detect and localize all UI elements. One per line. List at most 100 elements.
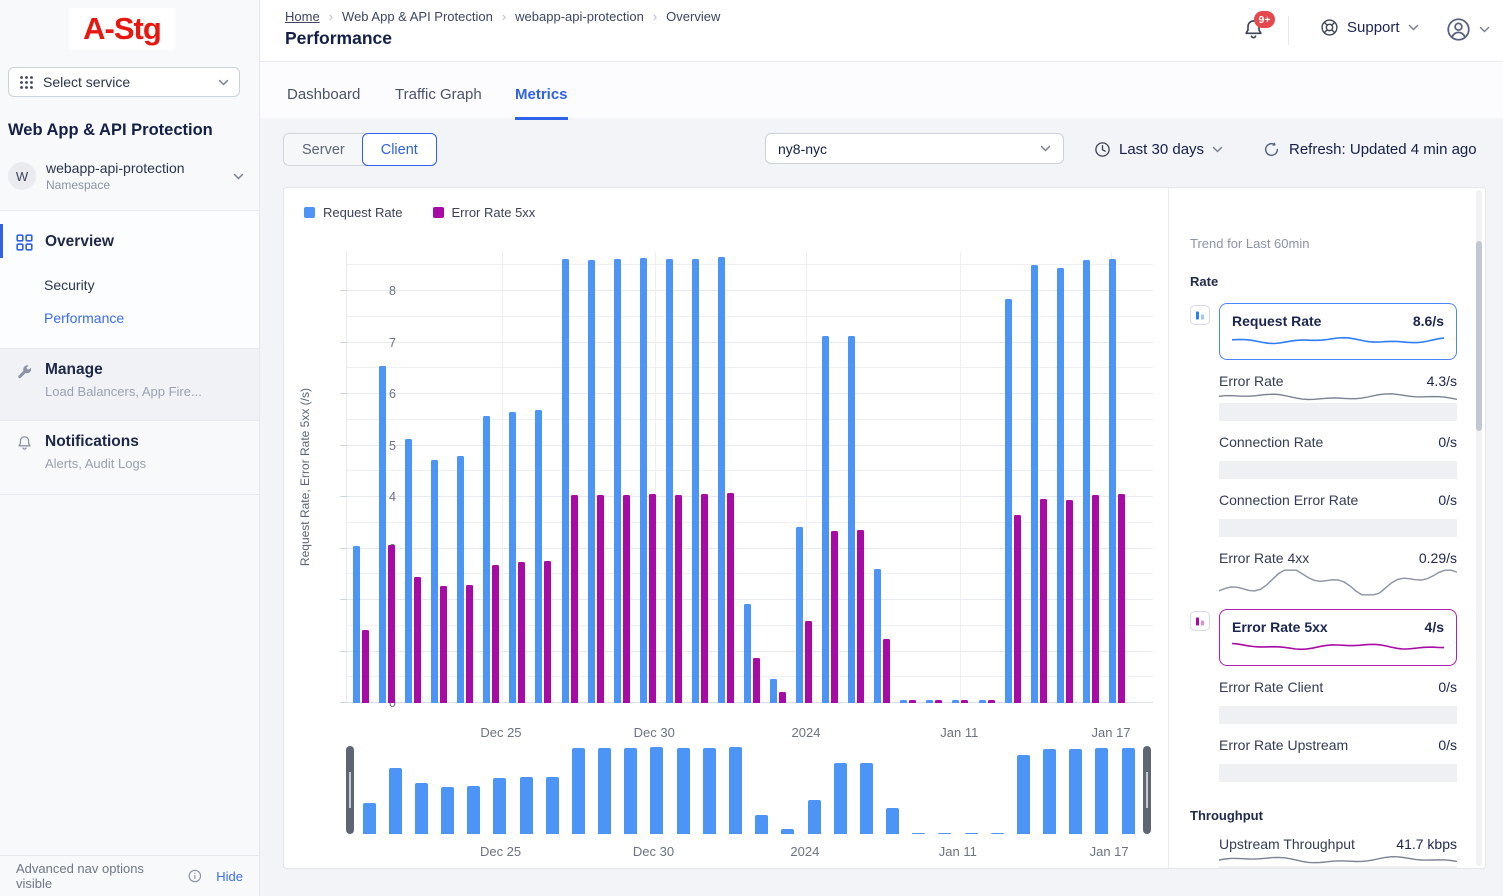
select-service-dropdown[interactable]: Select service [8,67,240,97]
bar-request-rate[interactable] [926,700,933,703]
bar-request-rate[interactable] [848,336,855,703]
bar-error-rate-5xx[interactable] [701,494,708,703]
bar-error-rate-5xx[interactable] [518,562,525,703]
bar-request-rate[interactable] [666,259,673,703]
bar-request-rate[interactable] [1031,265,1038,703]
bar-error-rate-5xx[interactable] [649,494,656,703]
scrollbar-thumb[interactable] [1476,241,1482,431]
trend-metric-row[interactable]: Error Rate Client0/s [1219,679,1457,724]
bar-request-rate[interactable] [979,700,986,703]
bar-request-rate[interactable] [1005,299,1012,703]
tab-traffic-graph[interactable]: Traffic Graph [395,86,482,117]
bar-request-rate[interactable] [692,259,699,703]
refresh-button[interactable]: Refresh: Updated 4 min ago [1263,134,1477,164]
bar-error-rate-5xx[interactable] [883,639,890,703]
bar-error-rate-5xx[interactable] [414,577,421,703]
bar-request-rate[interactable] [770,679,777,703]
bar-error-rate-5xx[interactable] [597,495,604,703]
brush-handle-left[interactable] [346,746,354,834]
bar-request-rate[interactable] [874,569,881,703]
trend-metric-row[interactable]: Error Rate 4xx0.29/s [1219,550,1457,596]
client-toggle-option[interactable]: Client [362,133,437,166]
bar-error-rate-5xx[interactable] [1092,495,1099,703]
bar-request-rate[interactable] [1083,260,1090,703]
bar-request-rate[interactable] [900,700,907,703]
bar-error-rate-5xx[interactable] [779,692,786,703]
bar-request-rate[interactable] [614,259,621,703]
breadcrumb-item[interactable]: Web App & API Protection [342,9,493,24]
bar-error-rate-5xx[interactable] [1118,494,1125,703]
tab-dashboard[interactable]: Dashboard [287,86,360,117]
bar-request-rate[interactable] [952,700,959,703]
breadcrumb-item[interactable]: Home [285,9,320,24]
bar-request-rate[interactable] [1057,268,1064,703]
sidebar-item-security[interactable]: Security [44,277,95,293]
bar-error-rate-5xx[interactable] [492,565,499,703]
trend-metric-row[interactable]: Error Rate Upstream0/s [1219,737,1457,782]
tab-metrics[interactable]: Metrics [515,86,568,120]
bar-error-rate-5xx[interactable] [440,586,447,703]
bar-error-rate-5xx[interactable] [466,585,473,703]
time-range-dropdown[interactable]: Last 30 days [1094,134,1223,164]
bar-request-rate[interactable] [457,456,464,703]
bar-request-rate[interactable] [483,416,490,703]
trend-metric-card[interactable]: Error Rate 5xx4/s [1219,609,1457,666]
site-selector-dropdown[interactable]: ny8-nyc [765,133,1064,164]
trend-metric-row[interactable]: Upstream Throughput41.7 kbps [1219,836,1457,868]
brush-chart[interactable] [346,746,1151,834]
namespace-selector[interactable]: W webapp-api-protection Namespace [8,160,250,192]
breadcrumb-item[interactable]: webapp-api-protection [515,9,644,24]
bar-error-rate-5xx[interactable] [1066,500,1073,703]
sidebar-item-overview[interactable]: Overview [16,233,114,251]
bar-request-rate[interactable] [1109,259,1116,703]
server-toggle-option[interactable]: Server [284,134,363,165]
bar-request-rate[interactable] [405,439,412,703]
bar-request-rate[interactable] [822,336,829,703]
trend-metric-row[interactable]: Error Rate4.3/s [1219,373,1457,421]
support-menu[interactable]: Support [1320,18,1419,37]
bar-error-rate-5xx[interactable] [831,531,838,703]
legend-item[interactable]: Error Rate 5xx [433,205,536,220]
trend-metric-card[interactable]: Request Rate8.6/s [1219,303,1457,360]
breadcrumb-item[interactable]: Overview [666,9,720,24]
bar-request-rate[interactable] [796,527,803,703]
notifications-bell-button[interactable]: 9+ [1242,17,1268,45]
bar-error-rate-5xx[interactable] [1014,515,1021,703]
mini-bar-chart-icon[interactable] [1190,305,1210,325]
bar-error-rate-5xx[interactable] [909,700,916,703]
bar-request-rate[interactable] [718,257,725,703]
bar-request-rate[interactable] [535,410,542,703]
brush-handle-right[interactable] [1143,746,1151,834]
sidebar-item-notifications[interactable]: Notifications Alerts, Audit Logs [0,421,259,495]
bar-request-rate[interactable] [353,546,360,703]
bar-error-rate-5xx[interactable] [362,630,369,703]
bar-error-rate-5xx[interactable] [1040,499,1047,703]
bar-error-rate-5xx[interactable] [857,530,864,703]
bar-request-rate[interactable] [640,258,647,703]
bar-error-rate-5xx[interactable] [727,493,734,703]
bar-request-rate[interactable] [744,604,751,703]
bar-error-rate-5xx[interactable] [753,658,760,703]
bar-error-rate-5xx[interactable] [961,700,968,703]
bar-error-rate-5xx[interactable] [675,495,682,703]
sidebar-item-manage[interactable]: Manage Load Balancers, App Fire... [0,348,259,421]
bar-error-rate-5xx[interactable] [544,561,551,703]
mini-bar-chart-icon[interactable] [1190,611,1210,631]
bar-request-rate[interactable] [509,412,516,703]
bar-request-rate[interactable] [431,460,438,704]
bar-error-rate-5xx[interactable] [571,495,578,703]
bar-error-rate-5xx[interactable] [623,495,630,703]
trend-metric-row[interactable]: Connection Rate0/s [1219,434,1457,479]
bar-error-rate-5xx[interactable] [388,545,395,703]
bar-request-rate[interactable] [379,366,386,703]
bar-error-rate-5xx[interactable] [805,621,812,703]
bar-request-rate[interactable] [588,260,595,703]
legend-item[interactable]: Request Rate [304,205,403,220]
hide-link[interactable]: Hide [216,869,243,884]
sidebar-item-performance[interactable]: Performance [44,310,124,326]
bar-error-rate-5xx[interactable] [935,700,942,703]
bar-request-rate[interactable] [562,259,569,703]
trend-metric-row[interactable]: Connection Error Rate0/s [1219,492,1457,537]
bar-error-rate-5xx[interactable] [988,700,995,703]
brand-logo[interactable]: A-Stg [69,8,175,50]
